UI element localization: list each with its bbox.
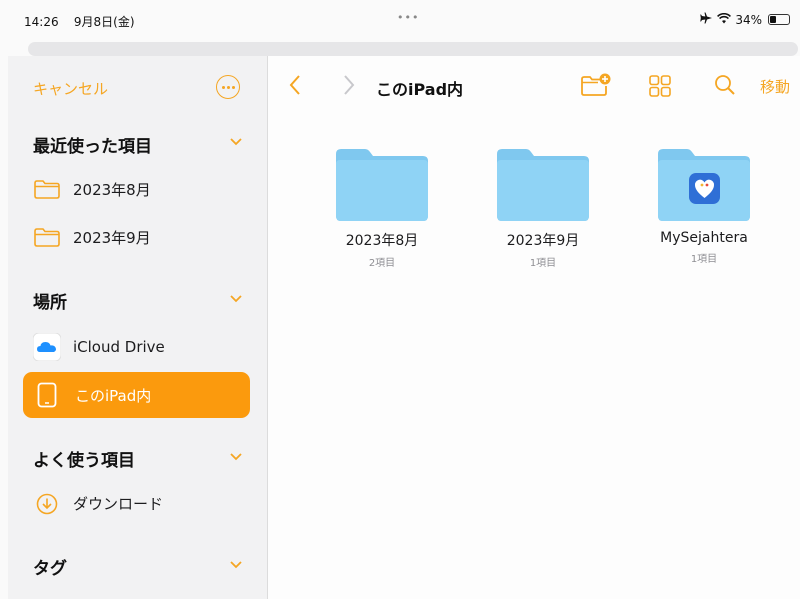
folder-item-sep[interactable]: 2023年9月 1項目 (473, 148, 613, 269)
sidebar-item-label: iCloud Drive (73, 338, 165, 356)
status-date: 9月8日(金) (73, 15, 135, 29)
icloud-icon (33, 333, 61, 361)
battery-icon (768, 14, 790, 25)
status-time: 14:26 9月8日(金) (24, 13, 135, 30)
folder-item-aug[interactable]: 2023年8月 2項目 (312, 148, 452, 269)
folder-name: MySejahtera (660, 230, 748, 246)
status-bar: 14:26 9月8日(金) ••• 34% (0, 0, 800, 40)
sidebar-item-downloads[interactable]: ダウンロード (33, 493, 163, 514)
grid-view-icon[interactable] (648, 74, 672, 102)
folder-icon (497, 149, 589, 221)
more-options-icon[interactable] (216, 75, 240, 99)
back-chevron-icon[interactable] (288, 74, 302, 100)
new-folder-icon[interactable] (580, 73, 612, 101)
section-recent-title[interactable]: 最近使った項目 (33, 132, 152, 157)
section-tags-title[interactable]: タグ (33, 554, 67, 579)
download-icon (33, 493, 61, 514)
folder-item-count: 1項目 (690, 254, 718, 265)
search-icon[interactable] (714, 74, 736, 100)
sheet-header-bar (28, 42, 798, 56)
folder-name: 2023年8月 (345, 233, 419, 249)
folder-outline-icon (33, 180, 61, 200)
folder-icon (336, 149, 428, 221)
sidebar-item-recent-sep[interactable]: 2023年9月 (33, 227, 151, 248)
sidebar-item-icloud-drive[interactable]: iCloud Drive (33, 333, 165, 361)
sidebar: キャンセル 最近使った項目 2023年8月 2023年9月 場所 iCloud … (8, 56, 268, 599)
folder-item-count: 2項目 (368, 258, 396, 269)
folder-item-count: 1項目 (529, 258, 557, 269)
page-title: このiPad内 (376, 80, 464, 99)
folder-item-mysejahtera[interactable]: MySejahtera 1項目 (634, 148, 774, 265)
airplane-icon (700, 12, 713, 27)
sidebar-item-label: 2023年9月 (73, 229, 151, 247)
cancel-button[interactable]: キャンセル (33, 78, 108, 99)
main-content: このiPad内 移動 2023年8月 2項目 2023年9月 1項目 MySej… (268, 56, 800, 599)
sidebar-item-label: ダウンロード (73, 495, 164, 513)
sidebar-item-this-ipad[interactable]: このiPad内 (23, 372, 250, 418)
chevron-down-icon[interactable] (230, 453, 242, 463)
forward-chevron-icon[interactable] (342, 74, 356, 100)
section-favorites-title[interactable]: よく使う項目 (33, 446, 135, 471)
chevron-down-icon[interactable] (230, 561, 242, 571)
sidebar-item-recent-aug[interactable]: 2023年8月 (33, 179, 151, 200)
folder-outline-icon (33, 228, 61, 248)
status-indicators: 34% (700, 12, 790, 27)
multitasking-dots-icon[interactable]: ••• (397, 11, 419, 24)
battery-percent: 34% (735, 12, 762, 27)
chevron-down-icon[interactable] (230, 138, 242, 148)
move-button[interactable]: 移動 (760, 76, 790, 97)
sidebar-item-label: このiPad内 (75, 386, 152, 405)
app-folder-icon (658, 149, 750, 221)
status-clock: 14:26 (24, 15, 59, 29)
folder-name: 2023年9月 (506, 233, 580, 249)
wifi-icon (717, 12, 732, 27)
files-screen: 14:26 9月8日(金) ••• 34% キャンセル 最近使った項目 2023… (0, 0, 800, 599)
section-locations-title[interactable]: 場所 (33, 288, 67, 313)
chevron-down-icon[interactable] (230, 295, 242, 305)
sidebar-item-label: 2023年8月 (73, 181, 151, 199)
ipad-icon (37, 382, 57, 408)
